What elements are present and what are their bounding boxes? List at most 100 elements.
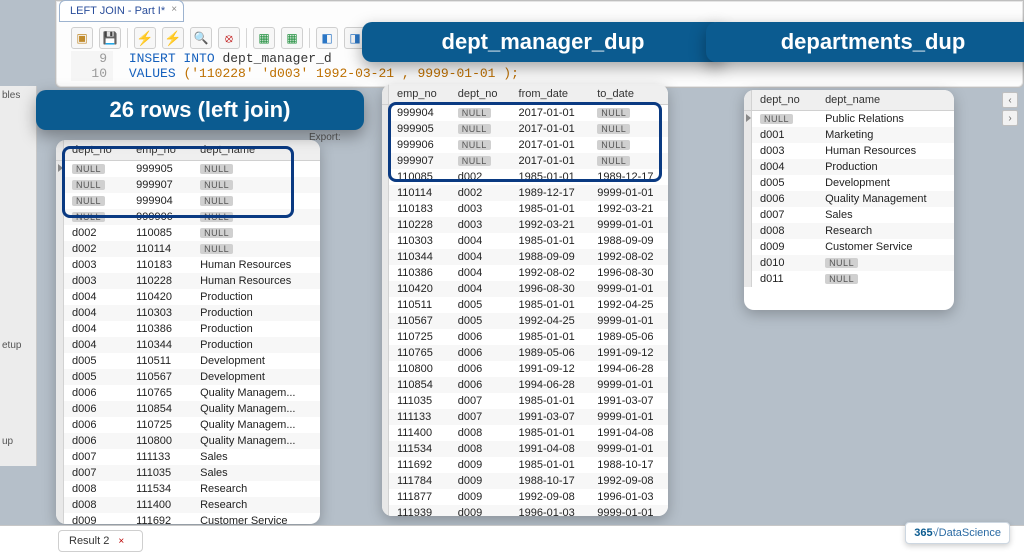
stop-icon[interactable]: ⦻ — [218, 27, 240, 49]
table-row[interactable]: 110765d0061989-05-061991-09-12 — [382, 345, 668, 361]
table-row[interactable]: d002110085NULL — [56, 225, 320, 241]
sql-keyword: INSERT INTO — [129, 51, 215, 66]
mid-grid[interactable]: emp_nodept_nofrom_dateto_date999904NULL2… — [382, 84, 668, 516]
table-row[interactable]: 111400d0081985-01-011991-04-08 — [382, 425, 668, 441]
table-row[interactable]: 110725d0061985-01-011989-05-06 — [382, 329, 668, 345]
table-row[interactable]: 110420d0041996-08-309999-01-01 — [382, 281, 668, 297]
cell: 111400 — [128, 497, 192, 513]
table-row[interactable]: 110386d0041992-08-021996-08-30 — [382, 265, 668, 281]
table-row[interactable]: d003Human Resources — [744, 143, 954, 159]
table-row[interactable]: 110567d0051992-04-259999-01-01 — [382, 313, 668, 329]
cell: d003 — [450, 201, 511, 217]
table-row[interactable]: d006110854Quality Managem... — [56, 401, 320, 417]
commit-all-icon[interactable]: ▦ — [281, 27, 303, 49]
table-row[interactable]: d003110183Human Resources — [56, 257, 320, 273]
scroll-left-icon[interactable]: ‹ — [1002, 92, 1018, 108]
save-icon[interactable]: 💾 — [99, 27, 121, 49]
table-row[interactable]: 110344d0041988-09-091992-08-02 — [382, 249, 668, 265]
table-row[interactable]: d004Production — [744, 159, 954, 175]
table-row[interactable]: 110511d0051985-01-011992-04-25 — [382, 297, 668, 313]
column-header[interactable]: dept_name — [817, 90, 954, 111]
column-header[interactable]: to_date — [589, 84, 668, 105]
editor-tab[interactable]: LEFT JOIN - Part I* × — [59, 0, 184, 22]
column-header[interactable]: dept_no — [752, 90, 818, 111]
table-row[interactable]: d007Sales — [744, 207, 954, 223]
sidebar-label: bles — [2, 90, 20, 101]
close-icon[interactable]: × — [169, 5, 179, 15]
table-row[interactable]: 110114d0021989-12-179999-01-01 — [382, 185, 668, 201]
table-row[interactable]: d009Customer Service — [744, 239, 954, 255]
table-row[interactable]: NULLPublic Relations — [744, 111, 954, 128]
explain-icon[interactable]: 🔍 — [190, 27, 212, 49]
cell: NULL — [192, 161, 320, 178]
table-row[interactable]: 111877d0091992-09-081996-01-03 — [382, 489, 668, 505]
table-row[interactable]: d007111133Sales — [56, 449, 320, 465]
table-row[interactable]: d007111035Sales — [56, 465, 320, 481]
table-row[interactable]: 111939d0091996-01-039999-01-01 — [382, 505, 668, 516]
table-row[interactable]: 110800d0061991-09-121994-06-28 — [382, 361, 668, 377]
column-header[interactable]: from_date — [511, 84, 590, 105]
cell: 111133 — [389, 409, 450, 425]
table-row[interactable]: d006Quality Management — [744, 191, 954, 207]
table-row[interactable]: NULL999905NULL — [56, 161, 320, 178]
table-row[interactable]: d005110567Development — [56, 369, 320, 385]
cell: d006 — [64, 385, 129, 401]
table-row[interactable]: d005Development — [744, 175, 954, 191]
table-row[interactable]: d004110344Production — [56, 337, 320, 353]
left-result-grid[interactable]: dept_noemp_nodept_nameNULL999905NULLNULL… — [56, 140, 320, 524]
table-row[interactable]: d006110725Quality Managem... — [56, 417, 320, 433]
table-row[interactable]: d010NULL — [744, 255, 954, 271]
scroll-right-icon[interactable]: › — [1002, 110, 1018, 126]
table-row[interactable]: NULL999904NULL — [56, 193, 320, 209]
table-row[interactable]: 110228d0031992-03-219999-01-01 — [382, 217, 668, 233]
table-row[interactable]: 999905NULL2017-01-01NULL — [382, 121, 668, 137]
table-row[interactable]: d008Research — [744, 223, 954, 239]
open-icon[interactable]: ▣ — [71, 27, 93, 49]
cell: 9999-01-01 — [589, 185, 668, 201]
table-row[interactable]: d011NULL — [744, 271, 954, 287]
table-row[interactable]: d008111400Research — [56, 497, 320, 513]
table-row[interactable]: 110183d0031985-01-011992-03-21 — [382, 201, 668, 217]
table-row[interactable]: 110854d0061994-06-289999-01-01 — [382, 377, 668, 393]
table-row[interactable]: 110085d0021985-01-011989-12-17 — [382, 169, 668, 185]
table-row[interactable]: 111784d0091988-10-171992-09-08 — [382, 473, 668, 489]
column-header[interactable]: emp_no — [128, 140, 192, 161]
table-row[interactable]: d004110303Production — [56, 305, 320, 321]
right-grid[interactable]: dept_nodept_nameNULLPublic Relationsd001… — [744, 90, 954, 287]
result-tab[interactable]: Result 2 × — [58, 530, 143, 552]
table-row[interactable]: 111534d0081991-04-089999-01-01 — [382, 441, 668, 457]
table-row[interactable]: d004110386Production — [56, 321, 320, 337]
table-row[interactable]: NULL999907NULL — [56, 177, 320, 193]
cell: 1988-09-09 — [511, 249, 590, 265]
table-row[interactable]: d005110511Development — [56, 353, 320, 369]
table-row[interactable]: d002110114NULL — [56, 241, 320, 257]
column-header[interactable]: dept_name — [192, 140, 320, 161]
table-row[interactable]: 111035d0071985-01-011991-03-07 — [382, 393, 668, 409]
cell: d007 — [450, 393, 511, 409]
table-row[interactable]: 999904NULL2017-01-01NULL — [382, 105, 668, 122]
table-row[interactable]: 110303d0041985-01-011988-09-09 — [382, 233, 668, 249]
table-row[interactable]: d006110800Quality Managem... — [56, 433, 320, 449]
table-row[interactable]: 999907NULL2017-01-01NULL — [382, 153, 668, 169]
column-header[interactable]: dept_no — [450, 84, 511, 105]
table-row[interactable]: d004110420Production — [56, 289, 320, 305]
table-row[interactable]: d006110765Quality Managem... — [56, 385, 320, 401]
table-row[interactable]: d008111534Research — [56, 481, 320, 497]
table-row[interactable]: 111692d0091985-01-011988-10-17 — [382, 457, 668, 473]
execute-current-icon[interactable]: ⚡ — [162, 27, 184, 49]
column-header[interactable]: dept_no — [64, 140, 129, 161]
execute-icon[interactable]: ⚡ — [134, 27, 156, 49]
table-row[interactable]: d003110228Human Resources — [56, 273, 320, 289]
table-row[interactable]: d009111692Customer Service — [56, 513, 320, 524]
autocommit-icon[interactable]: ◧ — [316, 27, 338, 49]
table-row[interactable]: NULL999906NULL — [56, 209, 320, 225]
column-header[interactable]: emp_no — [389, 84, 450, 105]
cell: 1996-08-30 — [511, 281, 590, 297]
close-icon[interactable]: × — [118, 536, 124, 547]
table-row[interactable]: 111133d0071991-03-079999-01-01 — [382, 409, 668, 425]
table-row[interactable]: 999906NULL2017-01-01NULL — [382, 137, 668, 153]
commit-icon[interactable]: ▦ — [253, 27, 275, 49]
cell: Research — [192, 497, 320, 513]
table-row[interactable]: d001Marketing — [744, 127, 954, 143]
cell: d006 — [450, 329, 511, 345]
